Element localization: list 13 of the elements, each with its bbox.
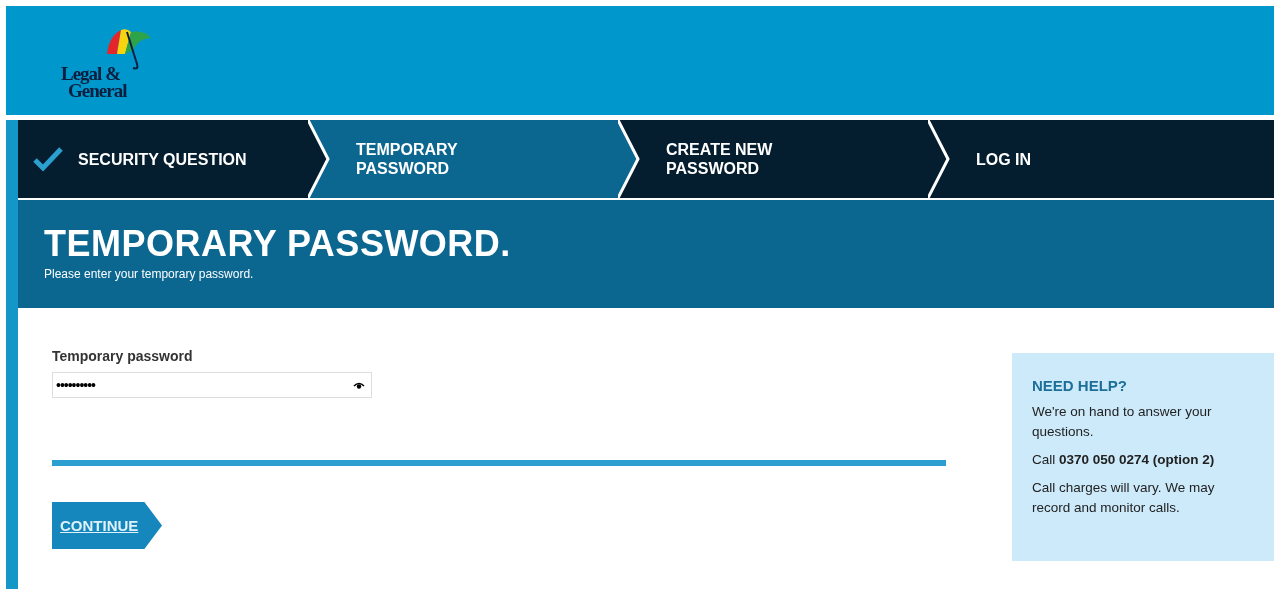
help-text: We're on hand to answer your questions.	[1032, 403, 1213, 441]
help-text: Call charges will vary. We may record and monitor calls.	[1032, 479, 1216, 517]
help-title: NEED HELP?	[1032, 377, 1128, 394]
eye-icon[interactable]	[353, 381, 365, 389]
page-title: TEMPORARY PASSWORD.	[44, 224, 512, 264]
help-text: Call 0370 050 0274 (option 2)	[1032, 451, 1216, 469]
password-field[interactable]: ••••••••••	[52, 372, 372, 398]
checkmark-icon	[32, 146, 64, 172]
progress-step: LOG IN	[950, 120, 1274, 198]
logo-text: Legal & General	[61, 65, 127, 99]
page-subtitle: Please enter your temporary password.	[44, 267, 255, 281]
field-label: Temporary password	[52, 348, 194, 364]
progress-step: CREATE NEW PASSWORD	[640, 120, 928, 198]
